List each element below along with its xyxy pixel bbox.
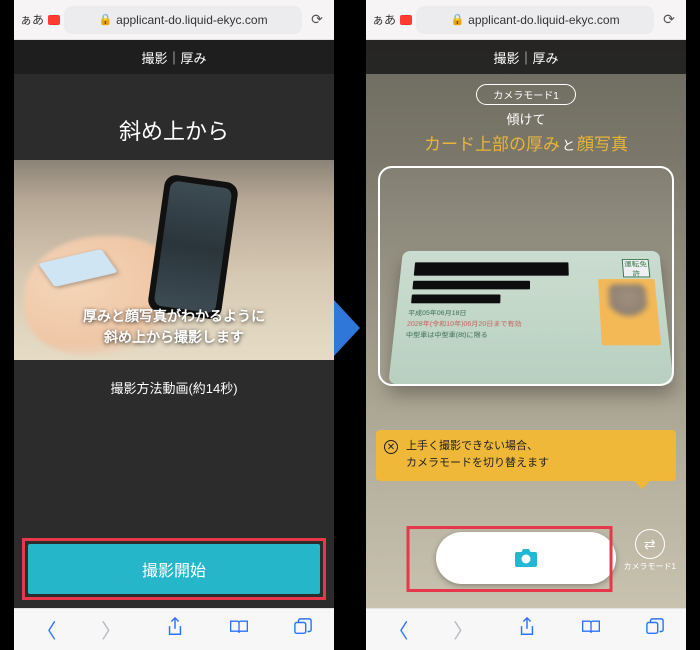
reload-icon[interactable]: ⟳	[306, 11, 328, 28]
back-icon[interactable]: 〈	[36, 615, 56, 644]
tabs-icon[interactable]	[646, 618, 664, 642]
shutter-button[interactable]	[436, 532, 616, 584]
url-text: applicant-do.liquid-ekyc.com	[468, 13, 619, 27]
camera-mode-pill: カメラモード1	[476, 84, 576, 105]
tilt-instruction: 傾けて	[366, 109, 686, 128]
browser-address-bar: ぁあ 🔒 applicant-do.liquid-ekyc.com ⟳	[366, 0, 686, 40]
start-capture-button[interactable]: 撮影開始	[28, 544, 320, 594]
screen-record-icon	[400, 15, 412, 25]
url-text: applicant-do.liquid-ekyc.com	[116, 13, 267, 27]
page-title: 撮影｜厚み	[14, 40, 334, 74]
browser-toolbar: 〈 〉	[366, 608, 686, 650]
screen-record-icon	[48, 15, 60, 25]
forward-icon: 〉	[453, 615, 473, 644]
capture-target-text: カード上部の厚みと顔写真	[366, 128, 686, 163]
lock-icon: 🔒	[98, 13, 112, 26]
browser-toolbar: 〈 〉	[14, 608, 334, 650]
swap-icon: ⇄	[635, 529, 665, 559]
url-field[interactable]: 🔒 applicant-do.liquid-ekyc.com	[416, 6, 654, 34]
video-caption: 撮影方法動画(約14秒)	[14, 360, 334, 405]
instruction-video-thumbnail[interactable]: 厚みと顔写真がわかるように 斜め上から撮影します	[14, 160, 334, 360]
bookmarks-icon[interactable]	[581, 618, 601, 642]
camera-guide-frame	[378, 166, 674, 386]
close-icon[interactable]: ✕	[384, 440, 398, 454]
share-icon[interactable]	[166, 617, 184, 643]
back-icon[interactable]: 〈	[388, 615, 408, 644]
arrow-icon	[334, 300, 360, 356]
reload-icon[interactable]: ⟳	[658, 11, 680, 28]
phone-screen-camera: ぁあ 🔒 applicant-do.liquid-ekyc.com ⟳ 撮影｜厚…	[366, 0, 686, 650]
mode-switch-hint-banner: ✕ 上手く撮影できない場合、 カメラモードを切り替えます	[376, 430, 676, 481]
lock-icon: 🔒	[450, 13, 464, 26]
share-icon[interactable]	[518, 617, 536, 643]
page-title: 撮影｜厚み	[366, 40, 686, 74]
instruction-overlay-text: 厚みと顔写真がわかるように 斜め上から撮影します	[14, 306, 334, 348]
text-size-control[interactable]: ぁあ	[372, 11, 396, 28]
phone-screen-instructions: ぁあ 🔒 applicant-do.liquid-ekyc.com ⟳ 撮影｜厚…	[14, 0, 334, 650]
camera-mode-switch-button[interactable]: ⇄ カメラモード1	[624, 529, 676, 572]
instruction-title: 斜め上から	[14, 74, 334, 160]
text-size-control[interactable]: ぁあ	[20, 11, 44, 28]
browser-address-bar: ぁあ 🔒 applicant-do.liquid-ekyc.com ⟳	[14, 0, 334, 40]
tabs-icon[interactable]	[294, 618, 312, 642]
bookmarks-icon[interactable]	[229, 618, 249, 642]
forward-icon: 〉	[101, 615, 121, 644]
camera-icon	[514, 548, 538, 568]
url-field[interactable]: 🔒 applicant-do.liquid-ekyc.com	[64, 6, 302, 34]
